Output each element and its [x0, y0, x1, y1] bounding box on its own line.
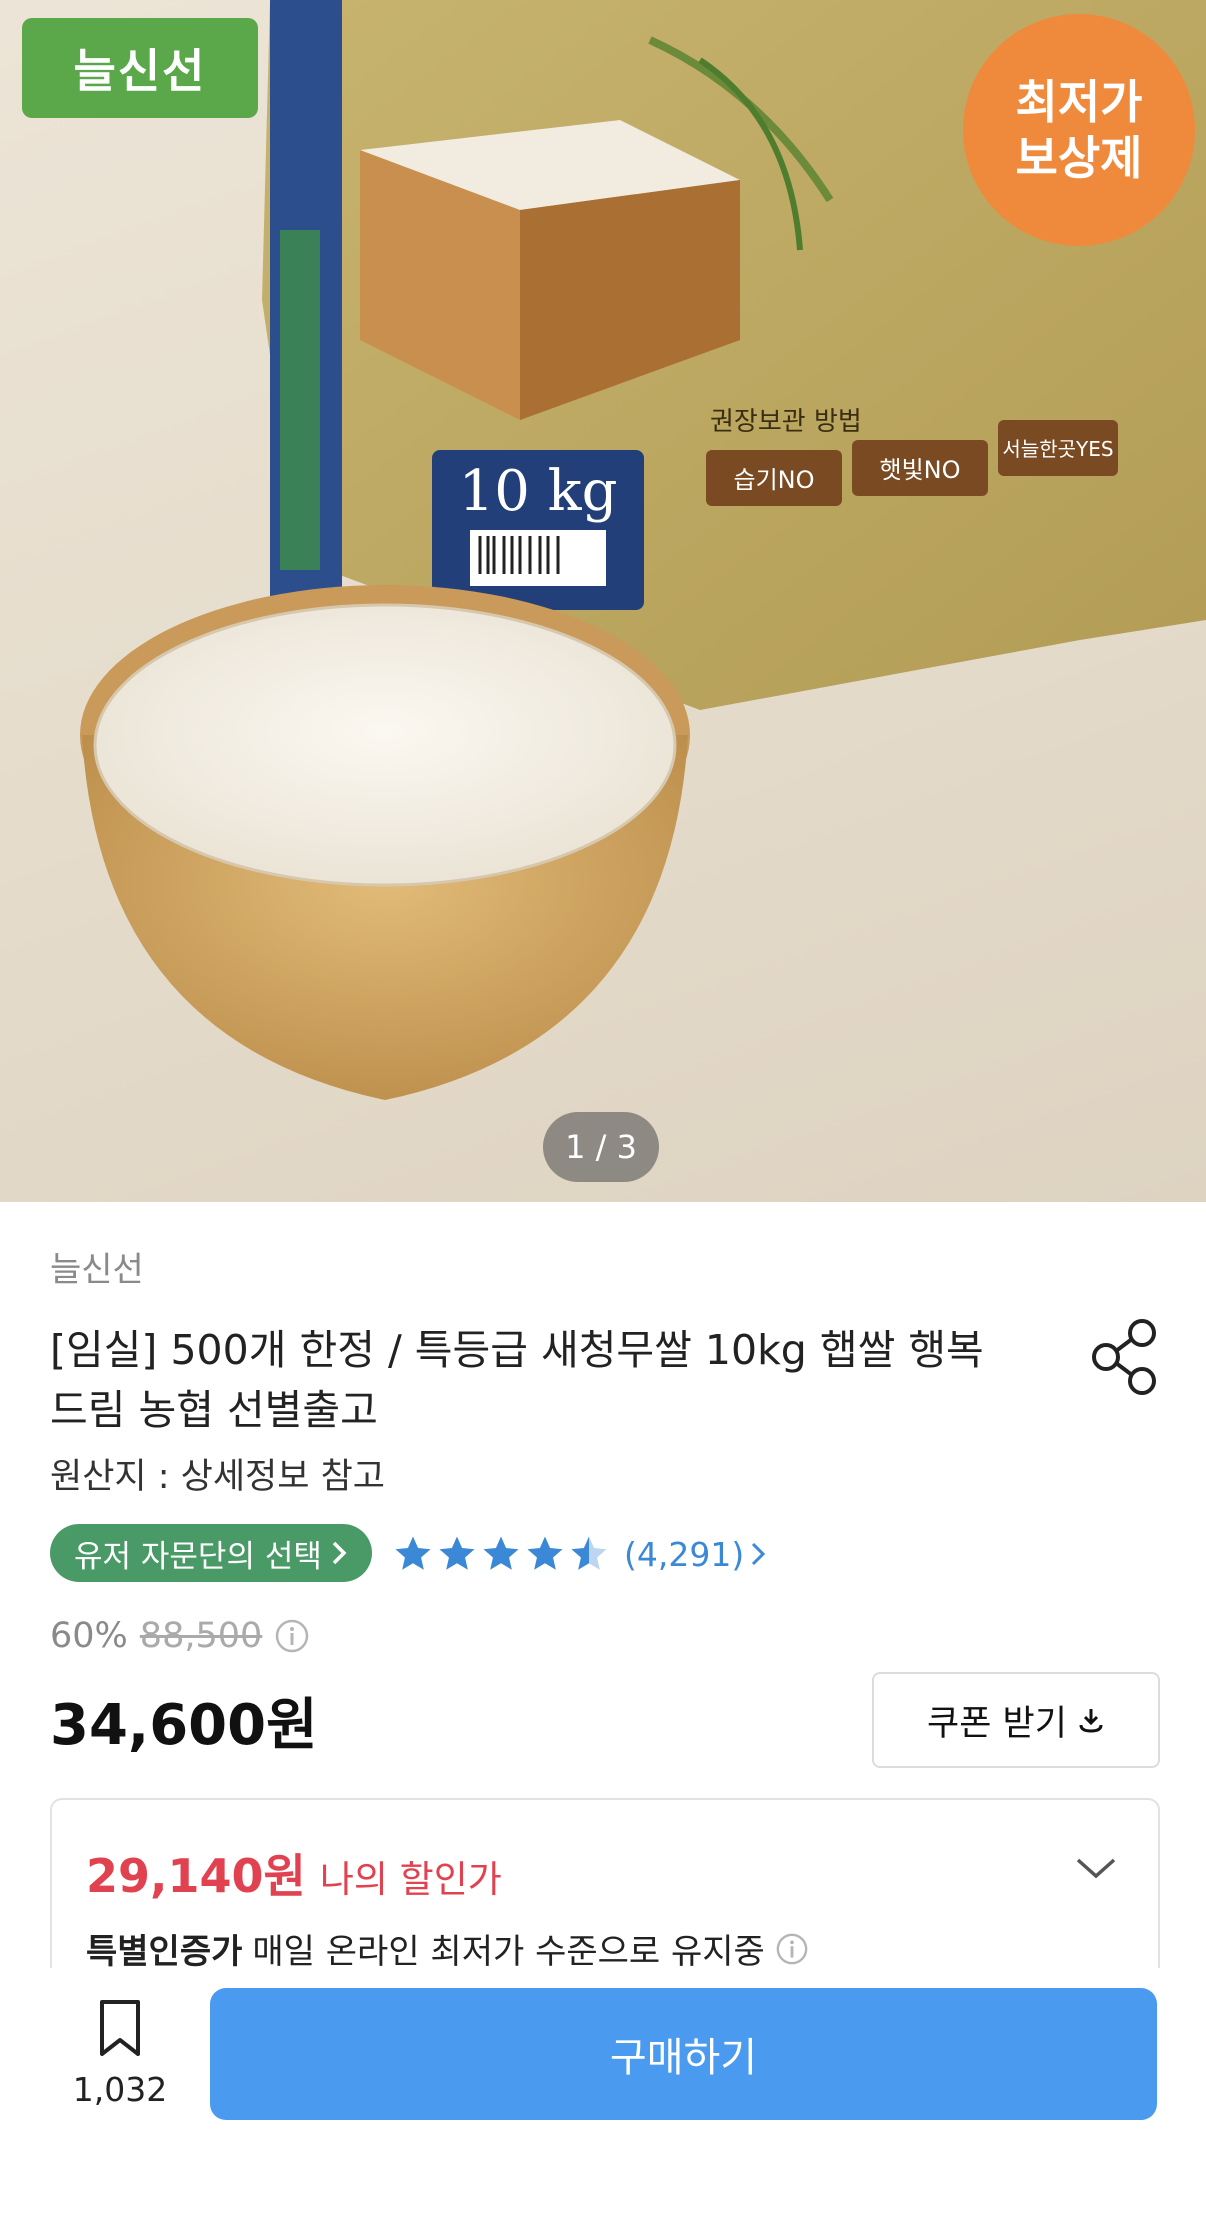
pick-badge-label: 유저 자문단의 선택: [74, 1538, 322, 1575]
sale-price: 34,600원: [50, 1693, 318, 1758]
share-button[interactable]: [1090, 1317, 1162, 1397]
product-image-carousel[interactable]: 10 kg 권장보관 방법 습기NO 햇빛NO 서늘한곳YES 늘신선 최저가 …: [0, 0, 1206, 1202]
share-icon: [1092, 1319, 1156, 1395]
get-coupon-button[interactable]: 쿠폰 받기: [872, 1672, 1160, 1768]
star-icon: [527, 1536, 563, 1570]
user-panel-pick-badge[interactable]: 유저 자문단의 선택: [50, 1524, 372, 1582]
my-discount-price: 29,140원: [86, 1849, 306, 1903]
star-icon: [439, 1536, 475, 1570]
chevron-down-icon[interactable]: [1072, 1852, 1120, 1884]
svg-text:햇빛NO: 햇빛NO: [879, 456, 960, 484]
product-title: [임실] 500개 한정 / 특등급 새청무쌀 10kg 햅쌀 행복드림 농협 …: [50, 1326, 984, 1434]
certified-price-label: 특별인증가: [86, 1932, 243, 1972]
review-count-link[interactable]: (4,291): [624, 1535, 766, 1574]
star-half-icon: [571, 1536, 607, 1570]
certified-price-row: 특별인증가 매일 온라인 최저가 수준으로 유지중: [86, 1924, 809, 1973]
buy-button[interactable]: 구매하기: [210, 1988, 1157, 2120]
info-icon[interactable]: [775, 1932, 809, 1966]
bookmark-button[interactable]: 1,032: [70, 1998, 170, 2109]
image-page-indicator: 1 / 3: [543, 1112, 659, 1182]
certified-price-text: 매일 온라인 최저가 수준으로 유지중: [252, 1932, 765, 1972]
svg-text:권장보관 방법: 권장보관 방법: [710, 407, 862, 437]
my-discount-price-label: 나의 할인가: [319, 1858, 502, 1901]
star-icon: [483, 1536, 519, 1570]
price-badge-line2: 보상제: [1015, 131, 1143, 185]
chevron-right-icon: [332, 1541, 347, 1565]
bookmark-icon: [100, 2000, 140, 2056]
lowest-price-guarantee-badge: 최저가 보상제: [963, 14, 1195, 246]
original-price: 88,500: [139, 1616, 263, 1656]
chevron-right-icon: [752, 1542, 766, 1566]
svg-text:습기NO: 습기NO: [733, 466, 814, 494]
info-icon[interactable]: [274, 1618, 310, 1654]
discount-row: 60% 88,500: [50, 1616, 310, 1656]
rating-stars[interactable]: (4,291): [392, 1528, 766, 1580]
price-badge-line1: 최저가: [1015, 75, 1143, 129]
seller-name[interactable]: 늘신선: [50, 1242, 144, 1291]
coupon-button-label: 쿠폰 받기: [927, 1703, 1067, 1744]
bookmark-count: 1,032: [72, 2070, 168, 2109]
bottom-action-bar: 1,032 구매하기: [0, 1968, 1206, 2240]
origin-info: 원산지 : 상세정보 참고: [50, 1457, 385, 1497]
my-price-row: 29,140원 나의 할인가: [86, 1840, 502, 1906]
review-count: (4,291): [624, 1534, 745, 1574]
svg-text:10 kg: 10 kg: [459, 459, 618, 524]
discount-rate: 60%: [50, 1616, 128, 1656]
download-icon: [1079, 1709, 1103, 1733]
star-icon: [395, 1536, 431, 1570]
brand-badge: 늘신선: [22, 18, 258, 118]
svg-text:서늘한곳YES: 서늘한곳YES: [1002, 437, 1113, 461]
